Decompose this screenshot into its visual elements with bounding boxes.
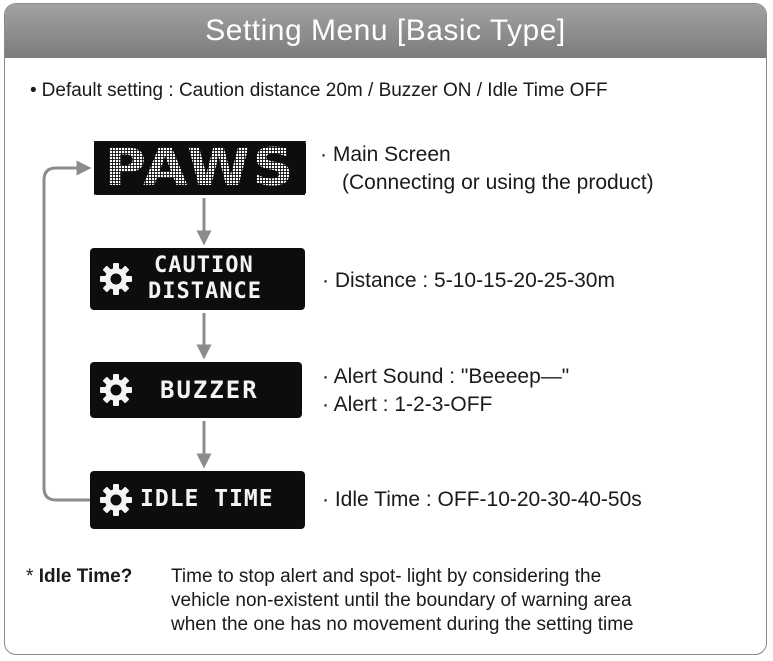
idle-time-label: IDLE TIME — [140, 486, 274, 512]
gear-icon — [100, 484, 132, 516]
paws-logo: PAWS — [104, 138, 296, 198]
gear-icon — [100, 374, 132, 406]
main-screen-display: PAWS — [94, 138, 306, 198]
idle-time-options: · Idle Time : OFF-10-20-30-40-50s — [322, 488, 642, 511]
caution-label: CAUTION — [154, 253, 254, 278]
footnote-line: vehicle non-existent until the boundary … — [171, 590, 632, 611]
main-screen-label: · Main Screen — [320, 143, 451, 166]
footnote-line: when the one has no movement during the … — [171, 614, 634, 635]
distance-options: · Distance : 5-10-15-20-25-30m — [322, 269, 615, 292]
main-screen-sublabel: (Connecting or using the product) — [342, 171, 654, 194]
caution-distance-display: CAUTION DISTANCE — [90, 248, 305, 310]
footnote-term: Idle Time? — [38, 566, 133, 587]
loop-back-arrow — [42, 160, 92, 502]
footnote-heading: * Idle Time? — [26, 565, 132, 589]
gear-icon — [100, 263, 132, 295]
alert-count-option: · Alert : 1-2-3-OFF — [322, 393, 493, 416]
footnote-line: Time to stop alert and spot- light by co… — [171, 566, 602, 587]
buzzer-display: BUZZER — [90, 362, 302, 418]
footnote-marker: * — [26, 566, 34, 587]
buzzer-label: BUZZER — [160, 376, 259, 404]
alert-sound-option: · Alert Sound : "Beeeep—" — [322, 365, 570, 388]
footnote-definition: Time to stop alert and spot- light by co… — [171, 565, 634, 637]
flow-connectors — [42, 160, 212, 502]
distance-label: DISTANCE — [148, 279, 262, 304]
idle-time-display: IDLE TIME — [90, 471, 305, 529]
